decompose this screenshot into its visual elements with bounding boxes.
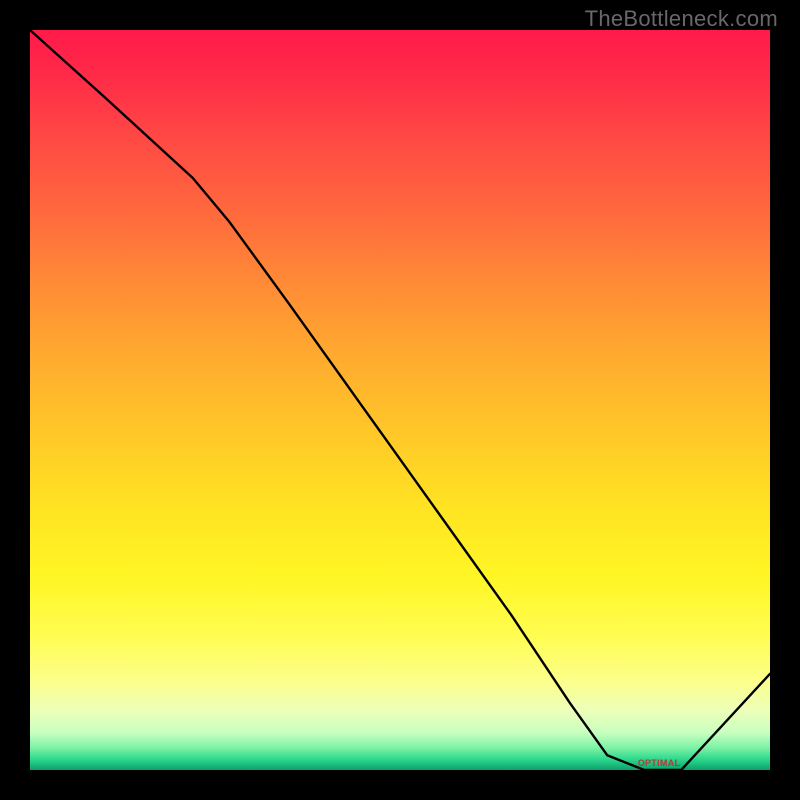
flat-region-label: OPTIMAL <box>638 758 681 768</box>
watermark-text: TheBottleneck.com <box>585 6 778 32</box>
curve-layer <box>30 30 770 770</box>
chart-frame: TheBottleneck.com OPTIMAL <box>0 0 800 800</box>
main-curve <box>30 30 770 770</box>
plot-area: OPTIMAL <box>30 30 770 770</box>
